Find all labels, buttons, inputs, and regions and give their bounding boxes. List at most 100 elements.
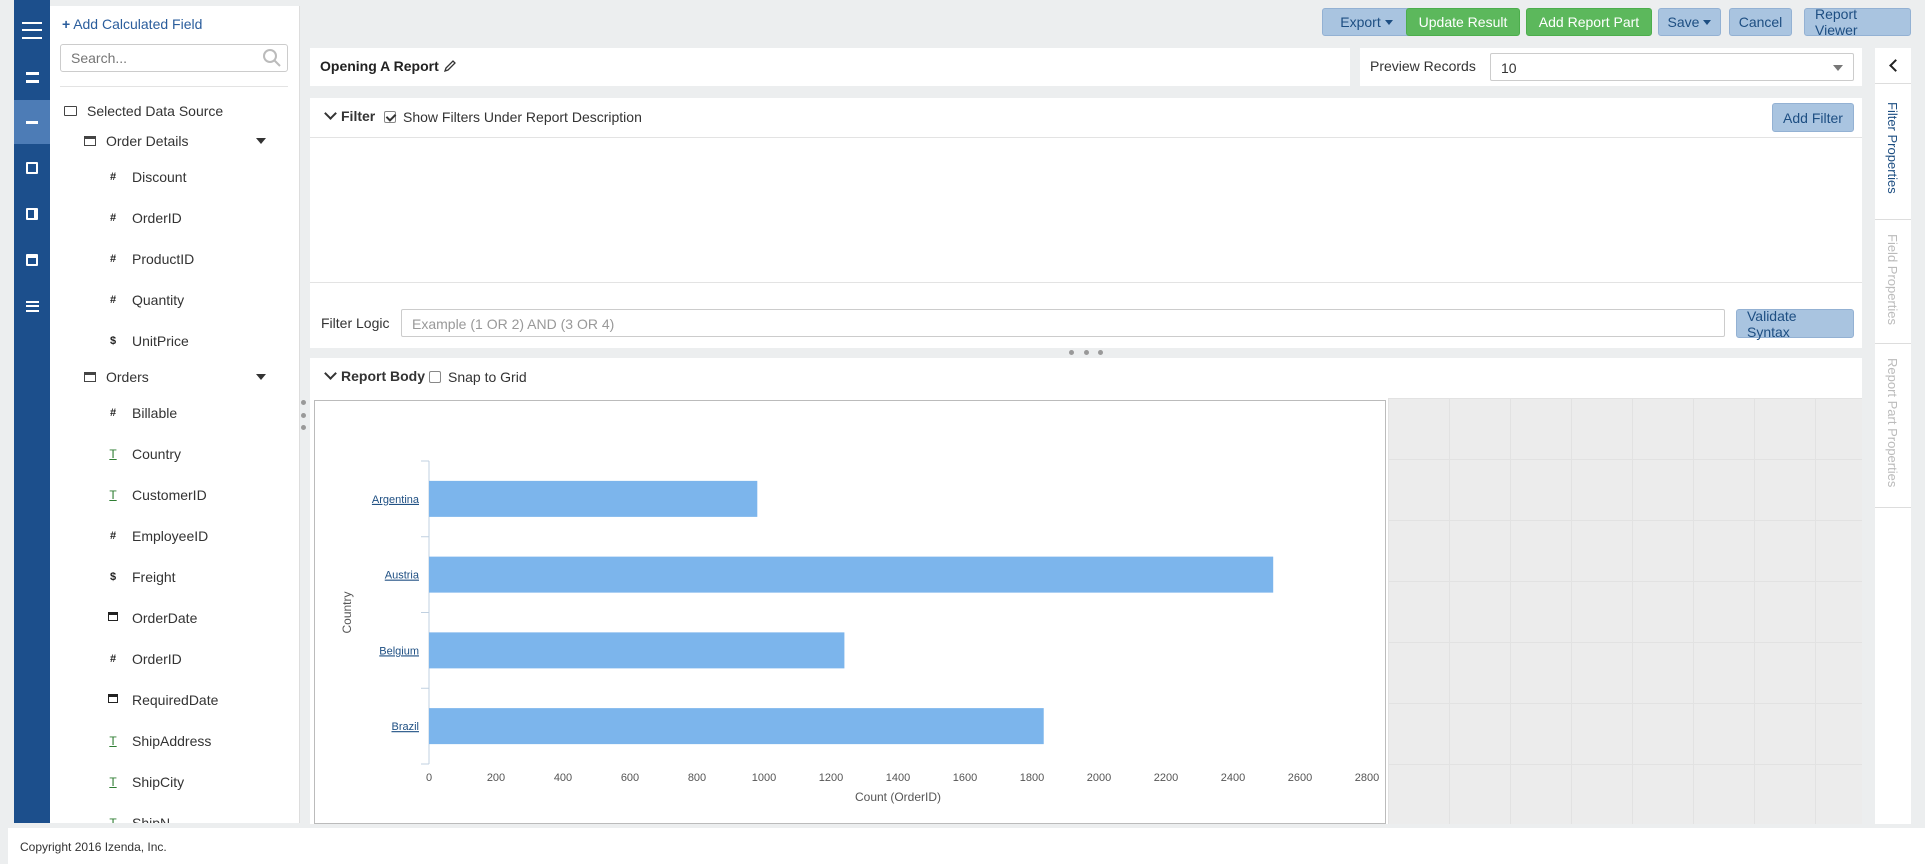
vertical-splitter[interactable] <box>301 400 307 430</box>
filter-logic-label: Filter Logic <box>321 315 390 331</box>
snap-to-grid-option[interactable]: Snap to Grid <box>429 369 527 385</box>
field-item[interactable]: T Country <box>106 446 181 462</box>
x-tick-label: 1400 <box>886 772 910 784</box>
filter-toggle[interactable]: Filter <box>322 107 375 124</box>
left-nav <box>14 0 50 823</box>
numeric-type-icon: # <box>109 171 117 183</box>
calendar-icon[interactable] <box>14 238 50 282</box>
x-tick-label: 2200 <box>1154 772 1178 784</box>
field-label: OrderDate <box>132 610 198 626</box>
add-report-part-button[interactable]: Add Report Part <box>1526 8 1652 36</box>
field-item[interactable]: RequiredDate <box>106 692 218 708</box>
text-type-icon: T <box>109 488 117 502</box>
pencil-icon[interactable] <box>443 59 457 73</box>
x-tick-label: 0 <box>426 772 432 784</box>
x-tick-label: 1800 <box>1020 772 1044 784</box>
tab-field-properties[interactable]: Field Properties <box>1875 220 1911 344</box>
export-button[interactable]: Export <box>1322 8 1411 36</box>
table-node-order-details[interactable]: Order Details <box>84 133 284 149</box>
search-icon[interactable] <box>262 48 282 68</box>
chart-bar <box>429 480 758 517</box>
category-label[interactable]: Argentina <box>372 494 420 506</box>
horizontal-splitter[interactable] <box>1069 350 1103 356</box>
settings-list-icon[interactable] <box>14 284 50 328</box>
field-item[interactable]: $ Freight <box>106 569 176 585</box>
menu-icon[interactable] <box>14 8 50 52</box>
tab-filter-properties[interactable]: Filter Properties <box>1875 84 1911 220</box>
table-node-orders[interactable]: Orders <box>84 369 284 385</box>
report-title[interactable]: Opening A Report <box>320 58 457 74</box>
field-panel: +Add Calculated Field Selected Data Sour… <box>50 6 300 823</box>
field-item[interactable]: # Quantity <box>106 292 184 308</box>
add-filter-button[interactable]: Add Filter <box>1772 103 1854 132</box>
field-item[interactable]: # OrderID <box>106 210 182 226</box>
report-body-toggle[interactable]: Report Body <box>322 367 425 384</box>
field-item[interactable]: T ShipN... <box>106 815 182 823</box>
caret-down-icon <box>1384 19 1393 25</box>
category-label[interactable]: Brazil <box>391 721 419 733</box>
cancel-button[interactable]: Cancel <box>1729 8 1792 36</box>
numeric-type-icon: # <box>109 253 117 265</box>
field-label: ShipN... <box>132 815 182 823</box>
field-item[interactable]: # Discount <box>106 169 187 185</box>
category-label[interactable]: Belgium <box>379 645 419 657</box>
tab-report-part-properties[interactable]: Report Part Properties <box>1875 344 1911 508</box>
collapse-panel-button[interactable] <box>1875 48 1911 84</box>
save-button[interactable]: Save <box>1658 8 1721 36</box>
divider <box>60 86 288 87</box>
calendar-icon <box>106 612 120 624</box>
data-source-node[interactable]: Selected Data Source <box>64 103 223 119</box>
caret-down-icon <box>1703 19 1712 25</box>
field-item[interactable]: # OrderID <box>106 651 182 667</box>
report-body-panel: Report Body Snap to Grid Argentina Austri… <box>310 358 1862 824</box>
chevron-down-icon[interactable] <box>256 374 266 380</box>
category-label[interactable]: Austria <box>385 570 420 582</box>
footer: Copyright 2016 Izenda, Inc. <box>8 828 1925 864</box>
field-item[interactable]: T ShipAddress <box>106 733 211 749</box>
field-item[interactable]: $ UnitPrice <box>106 333 189 349</box>
chart-report-part[interactable]: Argentina Austria Belgium Brazil 0 200 400 600 8… <box>314 400 1386 824</box>
report-title-bar: Opening A Report <box>310 48 1350 86</box>
text-type-icon: T <box>109 447 117 461</box>
report-icon[interactable] <box>14 100 50 144</box>
report-viewer-button[interactable]: Report Viewer <box>1804 6 1911 38</box>
validate-syntax-button[interactable]: Validate Syntax <box>1736 308 1854 340</box>
design-canvas-grid[interactable] <box>1388 398 1862 824</box>
update-result-button[interactable]: Update Result <box>1406 8 1520 36</box>
filter-logic-input[interactable]: Example (1 OR 2) AND (3 OR 4) <box>401 309 1725 337</box>
numeric-type-icon: # <box>109 653 117 665</box>
show-filters-checkbox[interactable] <box>384 111 396 123</box>
dashboard-icon[interactable] <box>14 146 50 190</box>
preview-records-select[interactable]: 10 <box>1490 53 1854 81</box>
preview-records-bar: Preview Records 10 <box>1360 48 1862 86</box>
field-item[interactable]: T ShipCity <box>106 774 184 790</box>
numeric-type-icon: # <box>109 530 117 542</box>
field-item[interactable]: # ProductID <box>106 251 194 267</box>
add-calculated-field-link[interactable]: + Add Calculated Field <box>62 16 202 32</box>
chevron-down-icon[interactable] <box>256 138 266 144</box>
x-tick-label: 2000 <box>1087 772 1111 784</box>
field-label: EmployeeID <box>132 528 209 544</box>
list-icon[interactable] <box>14 55 50 99</box>
divider <box>310 282 1862 283</box>
field-label: OrderID <box>132 651 182 667</box>
folder-icon <box>64 106 77 116</box>
show-filters-option[interactable]: Show Filters Under Report Description <box>384 109 642 125</box>
field-label: ShipCity <box>132 774 185 790</box>
field-item[interactable]: # Billable <box>106 405 177 421</box>
snap-to-grid-checkbox[interactable] <box>429 371 441 383</box>
export-icon[interactable] <box>14 192 50 236</box>
search-input[interactable] <box>60 44 288 72</box>
x-tick-label: 600 <box>621 772 639 784</box>
x-tick-label: 2800 <box>1355 772 1379 784</box>
field-item[interactable]: OrderDate <box>106 610 197 626</box>
chart-bar <box>429 708 1044 745</box>
field-item[interactable]: # EmployeeID <box>106 528 208 544</box>
text-type-icon: T <box>109 775 117 789</box>
field-item[interactable]: T CustomerID <box>106 487 206 503</box>
chevron-down-icon <box>324 107 337 120</box>
filter-header: Filter Show Filters Under Report Descrip… <box>310 98 1862 138</box>
x-tick-label: 2400 <box>1221 772 1245 784</box>
x-tick-label: 1000 <box>752 772 776 784</box>
x-tick-label: 1600 <box>953 772 977 784</box>
